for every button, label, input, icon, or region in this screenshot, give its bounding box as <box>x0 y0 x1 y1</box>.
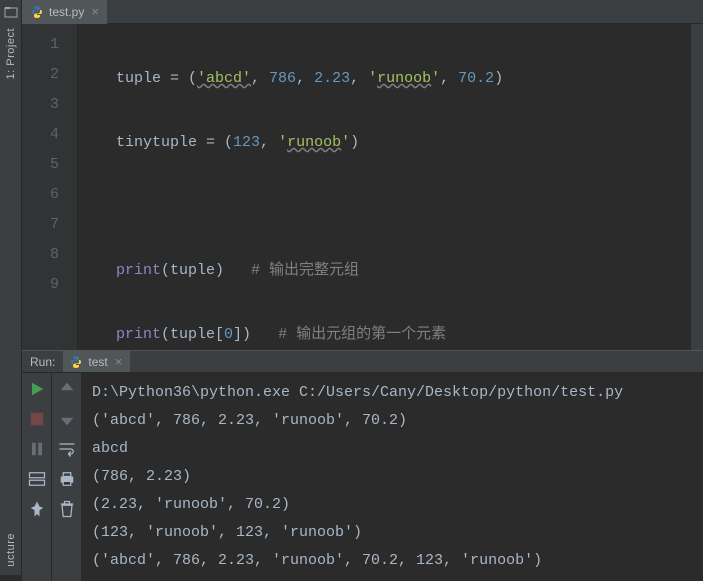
pause-icon[interactable] <box>27 439 47 459</box>
tab-filename: test.py <box>49 5 84 19</box>
rerun-icon[interactable] <box>27 379 47 399</box>
delete-icon[interactable] <box>57 499 77 519</box>
left-tool-rail: 1: Project ucture <box>0 0 22 575</box>
layout-icon[interactable] <box>27 469 47 489</box>
close-tab-icon[interactable]: × <box>89 4 101 19</box>
editor-tab[interactable]: test.py × <box>22 0 107 24</box>
console-output[interactable]: D:\Python36\python.exe C:/Users/Cany/Des… <box>82 373 703 581</box>
run-config-tab[interactable]: test × <box>63 351 130 372</box>
wrap-icon[interactable] <box>57 439 77 459</box>
run-toolbar-2 <box>52 373 82 581</box>
line-gutter: 123456789 <box>22 24 78 350</box>
editor-tabs-bar: test.py × <box>22 0 703 24</box>
python-file-icon <box>30 5 44 19</box>
stop-icon[interactable] <box>27 409 47 429</box>
run-config-name: test <box>88 355 107 369</box>
up-icon[interactable] <box>57 379 77 399</box>
run-panel: Run: test × <box>22 350 703 575</box>
run-header: Run: test × <box>22 351 703 373</box>
run-label: Run: <box>30 355 55 369</box>
editor-scrollbar[interactable] <box>691 24 703 350</box>
project-icon[interactable] <box>3 4 19 20</box>
project-rail-label[interactable]: 1: Project <box>5 24 17 83</box>
print-icon[interactable] <box>57 469 77 489</box>
structure-rail-label[interactable]: ucture <box>5 529 17 571</box>
run-toolbar-1 <box>22 373 52 581</box>
code-area[interactable]: tuple = ('abcd', 786, 2.23, 'runoob', 70… <box>78 24 703 350</box>
pin-icon[interactable] <box>27 499 47 519</box>
close-run-tab-icon[interactable]: × <box>113 354 125 369</box>
python-file-icon <box>69 355 83 369</box>
code-editor[interactable]: 123456789 tuple = ('abcd', 786, 2.23, 'r… <box>22 24 703 350</box>
down-icon[interactable] <box>57 409 77 429</box>
